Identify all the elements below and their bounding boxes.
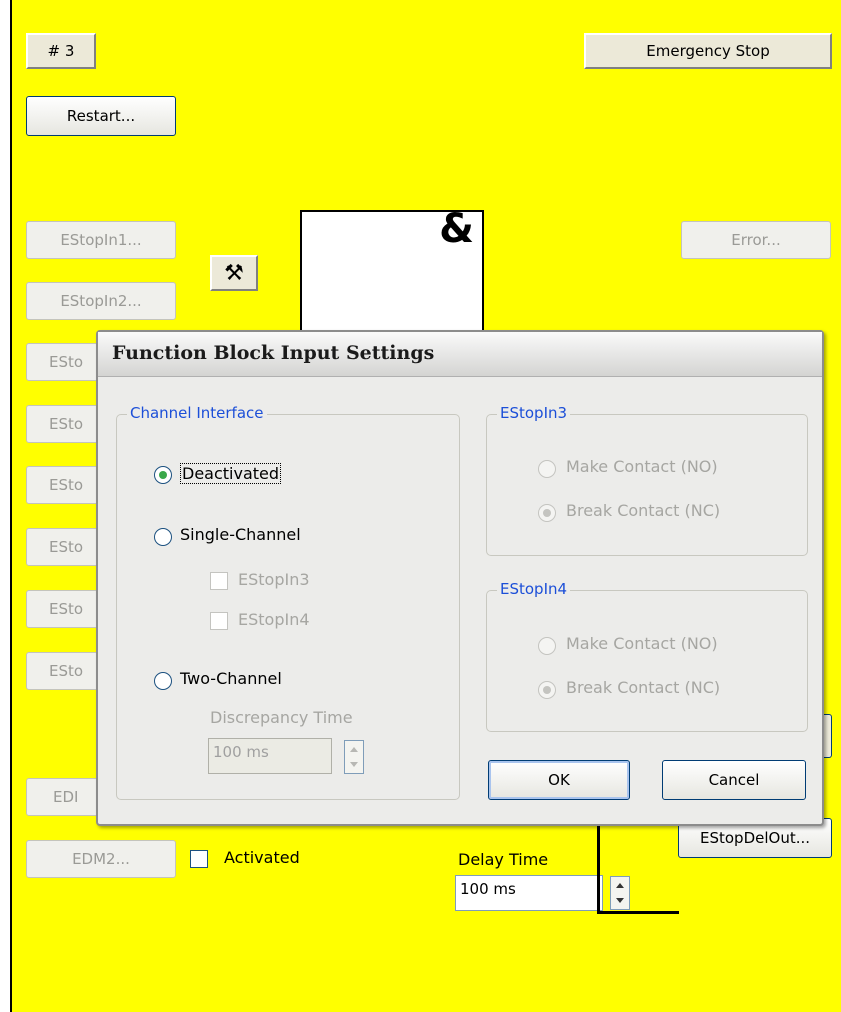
two-channel-label[interactable]: Two-Channel (180, 669, 282, 688)
delay-time-field[interactable]: 100 ms (455, 875, 603, 911)
and-symbol: & (439, 206, 474, 252)
edm2-button[interactable]: EDM2... (26, 840, 176, 878)
channel-interface-legend: Channel Interface (127, 404, 267, 422)
single-channel-label[interactable]: Single-Channel (180, 525, 301, 544)
discrepancy-time-label: Discrepancy Time (210, 708, 353, 727)
dialog-title-bar: Function Block Input Settings (98, 332, 822, 377)
single-estopin3-checkbox[interactable] (210, 572, 228, 590)
estopin3-break-contact-label: Break Contact (NC) (566, 501, 721, 520)
function-block-input-settings-dialog: Function Block Input Settings Channel In… (96, 330, 824, 826)
wire-vertical (597, 826, 600, 914)
deactivated-radio[interactable] (154, 466, 172, 484)
estopin1-button[interactable]: EStopIn1... (26, 221, 176, 259)
ok-button[interactable]: OK (488, 760, 630, 800)
single-channel-radio[interactable] (154, 528, 172, 546)
estopin2-button[interactable]: EStopIn2... (26, 282, 176, 320)
single-estopin4-label: EStopIn4 (238, 610, 310, 629)
estopin4-contact-group: EStopIn4 (486, 580, 808, 732)
error-button[interactable]: Error... (681, 221, 831, 259)
and-gate-box: & (300, 206, 484, 340)
estopin3-group-legend: EStopIn3 (497, 404, 571, 422)
estopin4-group-legend: EStopIn4 (497, 580, 571, 598)
block-title-button[interactable]: Emergency Stop (584, 33, 832, 69)
edm-activated-label: Activated (224, 848, 300, 867)
estopin4-make-contact-label: Make Contact (NO) (566, 634, 718, 653)
wire-horizontal (597, 911, 679, 914)
estopin4-break-contact-label: Break Contact (NC) (566, 678, 721, 697)
estopin3-make-contact-radio[interactable] (538, 460, 556, 478)
single-estopin3-label: EStopIn3 (238, 570, 310, 589)
estopin4-make-contact-radio[interactable] (538, 637, 556, 655)
estopin3-break-contact-radio[interactable] (538, 504, 556, 522)
two-channel-radio[interactable] (154, 672, 172, 690)
discrepancy-time-field[interactable]: 100 ms (208, 738, 332, 774)
discrepancy-time-spinner[interactable] (344, 740, 364, 774)
single-estopin4-checkbox[interactable] (210, 612, 228, 630)
hammer-wrench-icon[interactable]: ⚒ (210, 255, 258, 291)
delay-time-label: Delay Time (458, 850, 549, 869)
deactivated-label[interactable]: Deactivated (180, 463, 282, 484)
edm-activated-checkbox[interactable] (190, 850, 208, 868)
cancel-button[interactable]: Cancel (662, 760, 806, 800)
estopin3-make-contact-label: Make Contact (NO) (566, 457, 718, 476)
estopin4-break-contact-radio[interactable] (538, 681, 556, 699)
block-number-label: # 3 (26, 33, 96, 69)
estopin3-contact-group: EStopIn3 (486, 404, 808, 556)
delay-time-spinner[interactable] (610, 876, 630, 910)
dialog-title: Function Block Input Settings (112, 342, 435, 364)
restart-button[interactable]: Restart... (26, 96, 176, 136)
